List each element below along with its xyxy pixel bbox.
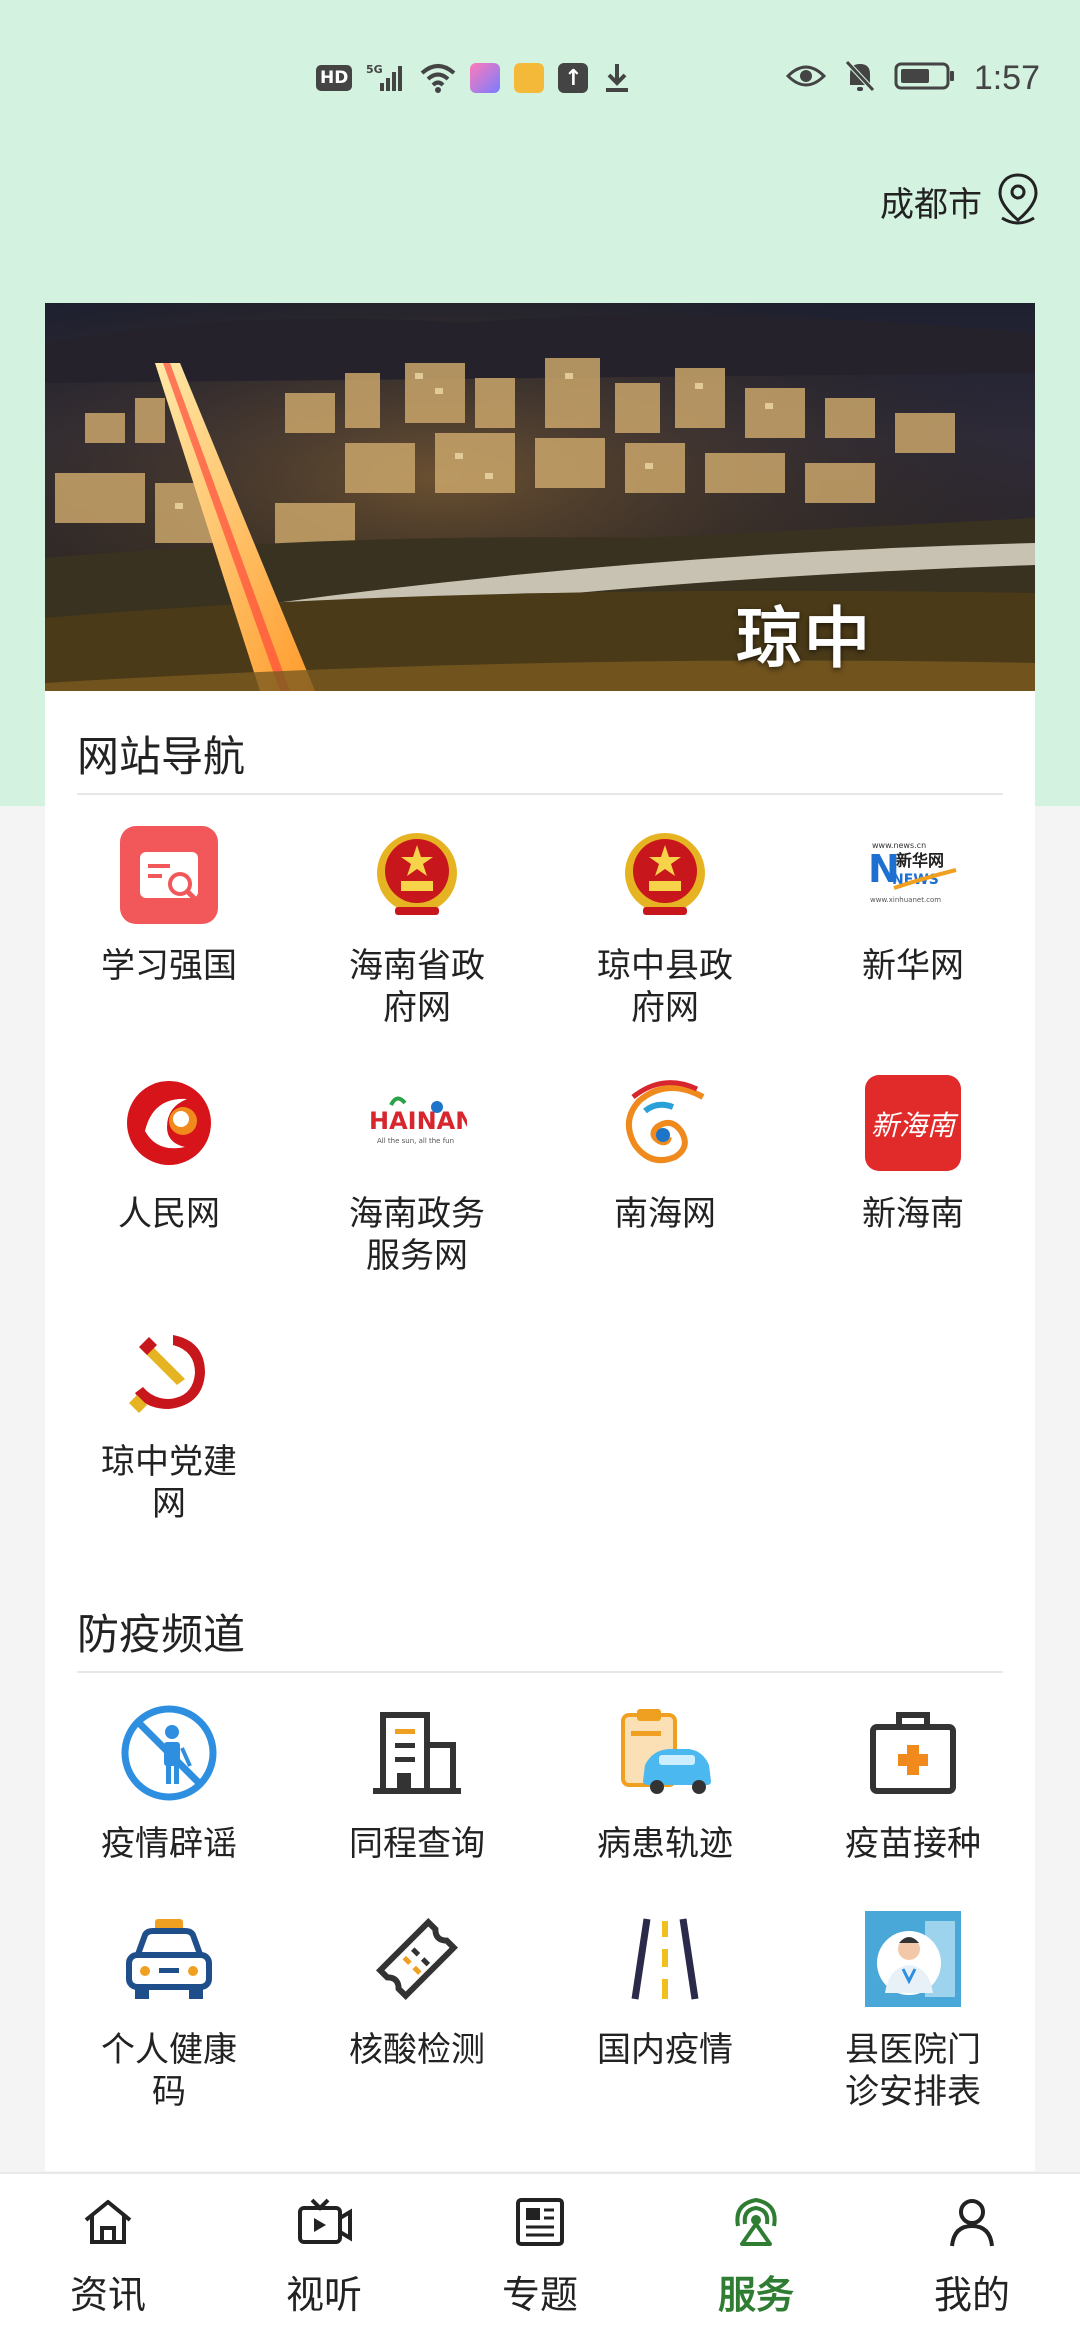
nav-item-label: 新华网 xyxy=(862,946,964,986)
network-type: 5G xyxy=(366,63,383,76)
nav-item-hainan-gov[interactable]: 海南省政府网 xyxy=(293,825,541,1029)
tab-label: 视听 xyxy=(285,2273,362,2317)
epidemic-item-label: 疫苗接种 xyxy=(845,1824,981,1864)
hainan-logo-icon: HAINAN All the sun, all the fun xyxy=(367,1073,467,1173)
svg-text:www.xinhuanet.com: www.xinhuanet.com xyxy=(870,896,941,904)
nav-item-hainan-service[interactable]: HAINAN All the sun, all the fun 海南政务服务网 xyxy=(293,1073,541,1277)
epidemic-item-same-trip[interactable]: 同程查询 xyxy=(293,1703,541,1865)
taxi-icon xyxy=(119,1909,219,2009)
epidemic-item-label: 国内疫情 xyxy=(597,2030,733,2070)
road-icon xyxy=(615,1909,715,2009)
app-notification-icon xyxy=(470,63,501,93)
party-emblem-icon xyxy=(119,1321,219,1421)
battery-icon xyxy=(894,61,956,95)
tab-label: 资讯 xyxy=(69,2273,146,2317)
svg-text:新华网: 新华网 xyxy=(896,851,944,870)
epidemic-item-nucleic-test[interactable]: 核酸检测 xyxy=(293,1909,541,2071)
tab-services[interactable]: 服务 xyxy=(648,2174,864,2342)
nav-item-label: 新海南 xyxy=(862,1194,964,1234)
section-title-website-nav: 网站导航 xyxy=(77,732,246,781)
epidemic-item-label: 疫情辟谣 xyxy=(101,1824,237,1864)
car-track-icon xyxy=(615,1703,715,1803)
banner-night-city-image xyxy=(45,303,1035,691)
epidemic-item-vaccine[interactable]: 疫苗接种 xyxy=(789,1703,1037,1865)
epidemic-item-label: 个人健康码 xyxy=(101,2030,237,2112)
location-city: 成都市 xyxy=(880,184,982,225)
eye-icon xyxy=(785,62,826,94)
people-daily-icon xyxy=(119,1073,219,1173)
epidemic-item-label: 核酸检测 xyxy=(349,2030,485,2070)
national-emblem-icon xyxy=(615,825,715,925)
nav-item-label: 学习强国 xyxy=(101,946,237,986)
nav-item-nanhai[interactable]: 南海网 xyxy=(541,1073,789,1235)
section-title-epidemic: 防疫频道 xyxy=(77,1610,246,1659)
epidemic-item-label: 病患轨迹 xyxy=(597,1824,733,1864)
nav-item-label: 南海网 xyxy=(614,1194,716,1234)
section-divider xyxy=(77,1671,1003,1673)
epidemic-item-hospital-schedule[interactable]: 县医院门诊安排表 xyxy=(789,1909,1037,2113)
location-pin-icon xyxy=(996,172,1040,230)
signal-icon: 5G xyxy=(366,63,406,93)
nav-item-label: 琼中县政府网 xyxy=(597,946,733,1028)
status-time: 1:57 xyxy=(973,58,1040,97)
tab-topics[interactable]: 专题 xyxy=(432,2174,648,2342)
epidemic-item-label: 同程查询 xyxy=(349,1824,485,1864)
nav-item-label: 琼中党建网 xyxy=(101,1442,237,1524)
tab-label: 我的 xyxy=(933,2273,1010,2317)
national-emblem-icon xyxy=(367,825,467,925)
nav-item-xinhua[interactable]: www.news.cn N 新华网 NEWS www.xinhuanet.com… xyxy=(789,825,1037,987)
banner-title: 琼中 xyxy=(736,600,872,677)
wifi-icon xyxy=(420,63,456,93)
nav-item-party-building[interactable]: 琼中党建网 xyxy=(45,1321,293,1525)
nav-item-qiongzhong-gov[interactable]: 琼中县政府网 xyxy=(541,825,789,1029)
nav-item-people[interactable]: 人民网 xyxy=(45,1073,293,1235)
app-notification-icon xyxy=(514,63,545,93)
mute-bell-icon xyxy=(844,59,876,97)
download-icon xyxy=(602,62,632,94)
tab-audio-video[interactable]: 视听 xyxy=(216,2174,432,2342)
epidemic-item-patient-track[interactable]: 病患轨迹 xyxy=(541,1703,789,1865)
location-selector[interactable]: 成都市 xyxy=(880,172,1040,230)
tab-news[interactable]: 资讯 xyxy=(0,2174,216,2342)
nanhai-swirl-icon xyxy=(615,1073,715,1173)
nav-item-xin-hainan[interactable]: 新海南 新海南 xyxy=(789,1073,1037,1235)
status-left-icons: HD 5G ↑ xyxy=(316,58,632,98)
city-banner[interactable]: 琼中 xyxy=(45,303,1035,691)
home-icon xyxy=(80,2196,136,2252)
nav-item-label: 海南政务服务网 xyxy=(349,1194,485,1276)
doctor-icon xyxy=(863,1909,963,2009)
no-rumor-icon xyxy=(119,1703,219,1803)
svg-text:All the sun, all the fun: All the sun, all the fun xyxy=(377,1137,454,1145)
tab-label: 专题 xyxy=(501,2273,578,2317)
epidemic-item-label: 县医院门诊安排表 xyxy=(845,2030,981,2112)
user-icon xyxy=(944,2196,1000,2252)
epidemic-item-rumor[interactable]: 疫情辟谣 xyxy=(45,1703,293,1865)
building-icon xyxy=(367,1703,467,1803)
status-right-icons: 1:57 xyxy=(785,58,1040,98)
newspaper-icon xyxy=(512,2196,568,2252)
nav-item-label: 人民网 xyxy=(118,1194,220,1234)
hd-icon: HD xyxy=(316,65,353,91)
xin-hainan-icon: 新海南 xyxy=(863,1073,963,1173)
section-divider xyxy=(77,793,1003,795)
ticket-icon xyxy=(367,1909,467,2009)
xuexi-qiangguo-icon xyxy=(119,825,219,925)
bottom-nav-bar: 资讯 视听 专题 服务 我的 xyxy=(0,2172,1080,2342)
upload-icon: ↑ xyxy=(558,63,589,93)
tab-label: 服务 xyxy=(717,2273,794,2317)
content-card: 网站导航 学习强国 海南省政府网 琼中县政府网 www.news.cn N 新华… xyxy=(45,691,1035,2171)
service-broadcast-icon xyxy=(728,2196,784,2252)
tab-profile[interactable]: 我的 xyxy=(864,2174,1080,2342)
nav-item-xuexi[interactable]: 学习强国 xyxy=(45,825,293,987)
medical-kit-icon xyxy=(863,1703,963,1803)
epidemic-item-health-code[interactable]: 个人健康码 xyxy=(45,1909,293,2113)
nav-item-label: 海南省政府网 xyxy=(349,946,485,1028)
svg-text:HAINAN: HAINAN xyxy=(369,1107,467,1135)
status-bar: HD 5G ↑ 1:57 xyxy=(0,0,1080,160)
svg-text:新海南: 新海南 xyxy=(871,1109,959,1142)
xinhua-news-icon: www.news.cn N 新华网 NEWS www.xinhuanet.com xyxy=(863,825,963,925)
epidemic-item-domestic[interactable]: 国内疫情 xyxy=(541,1909,789,2071)
tv-icon xyxy=(296,2196,352,2252)
